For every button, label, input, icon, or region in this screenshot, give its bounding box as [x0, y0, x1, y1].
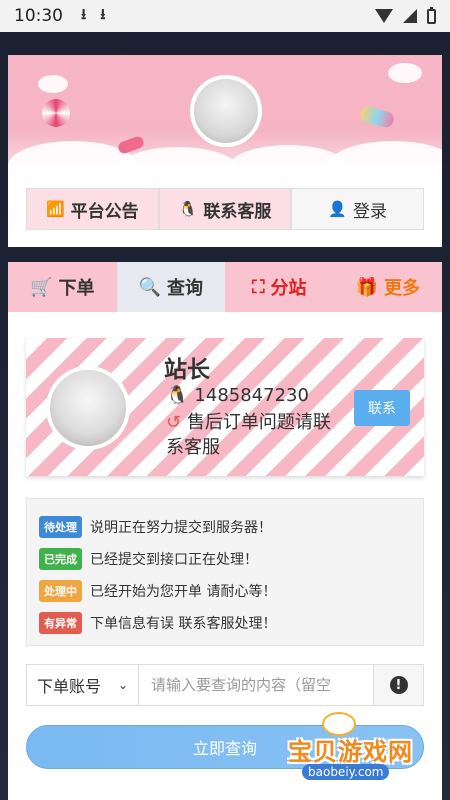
watermark-site: baobeiy.com	[302, 764, 390, 780]
status-text: 已经开始为您开单 请耐心等！	[90, 584, 277, 600]
status-badge: 处理中	[39, 580, 82, 602]
contact-button[interactable]: 联系	[354, 390, 410, 426]
customer-service-button[interactable]: 🐧 联系客服	[158, 188, 292, 230]
qq-icon: 🐧	[166, 385, 189, 406]
status-badge: 有异常	[39, 612, 82, 634]
status-bar: 10:30 ⭳ ⭳	[0, 0, 450, 32]
admin-avatar	[46, 366, 130, 450]
info-button[interactable]: !	[373, 665, 423, 705]
tab-query[interactable]: 🔍 查询	[116, 262, 225, 312]
lollipop-icon	[42, 99, 70, 127]
announcement-button[interactable]: 📶 平台公告	[26, 188, 159, 230]
status-legend: 待处理 说明正在努力提交到服务器！ 已完成 已经提交到接口正在处理！ 处理中 已…	[26, 498, 424, 646]
signal-icon	[403, 9, 417, 23]
wifi-icon	[375, 9, 393, 23]
qq-icon: 🐧	[178, 200, 198, 218]
login-button[interactable]: 👤 登录	[291, 188, 425, 230]
admin-note-text: 售后订单问题请联系客服	[166, 412, 331, 458]
search-input[interactable]	[139, 665, 373, 705]
status-row: 处理中 已经开始为您开单 请耐心等！	[39, 575, 411, 607]
site-avatar	[190, 75, 262, 147]
status-text: 说明正在努力提交到服务器！	[90, 520, 272, 536]
customer-service-label: 联系客服	[203, 201, 272, 222]
search-type-select[interactable]: 下单账号 ⌄	[27, 665, 139, 705]
tab-order[interactable]: 🛒 下单	[8, 262, 117, 312]
cloud-icon	[388, 63, 422, 83]
download-icon: ⭳	[81, 4, 87, 23]
admin-card: 站长 🐧 1485847230 ↺ 售后订单问题请联系客服 联系	[26, 338, 424, 476]
banner	[8, 55, 442, 165]
admin-qq: 🐧 1485847230	[166, 385, 309, 406]
status-text: 已经提交到接口正在处理！	[90, 552, 258, 568]
download-icon: ⭳	[100, 4, 106, 23]
status-badge: 待处理	[39, 516, 82, 538]
cart-icon: 🛒	[30, 276, 53, 298]
tab-label: 查询	[166, 278, 203, 299]
tab-substation[interactable]: ⛶ 分站	[225, 262, 334, 312]
search-icon: 🔍	[138, 276, 161, 298]
announcement-label: 平台公告	[70, 201, 139, 222]
exclamation-icon: !	[389, 676, 408, 694]
tab-label: 分站	[270, 278, 307, 299]
admin-name: 站长	[164, 357, 210, 383]
search-row: 下单账号 ⌄ !	[26, 664, 424, 706]
tab-bar: 🛒 下单 🔍 查询 ⛶ 分站 🎁 更多	[8, 262, 442, 312]
watermark-title: 宝贝游戏网	[288, 738, 413, 766]
status-row: 有异常 下单信息有误 联系客服处理！	[39, 607, 411, 639]
clock: 10:30	[14, 6, 63, 26]
header-card: 📶 平台公告 🐧 联系客服 👤 登录	[8, 55, 442, 247]
login-label: 登录	[353, 201, 388, 222]
user-icon: 👤	[328, 200, 348, 218]
cloud-icon	[328, 141, 442, 165]
sitemap-icon: ⛶	[251, 276, 265, 298]
cloud-icon	[118, 147, 238, 165]
tab-label: 下单	[58, 278, 95, 299]
status-row: 待处理 说明正在努力提交到服务器！	[39, 511, 411, 543]
wifi-icon: 📶	[45, 200, 65, 218]
status-badge: 已完成	[39, 548, 82, 570]
status-row: 已完成 已经提交到接口正在处理！	[39, 543, 411, 575]
tab-more[interactable]: 🎁 更多	[333, 262, 442, 312]
chevron-down-icon: ⌄	[117, 678, 128, 692]
admin-qq-number: 1485847230	[194, 385, 309, 406]
candy-icon	[358, 104, 396, 130]
battery-icon	[427, 6, 436, 24]
admin-note: ↺ 售后订单问题请联系客服	[166, 410, 336, 460]
gift-icon: 🎁	[355, 276, 378, 298]
watermark: 宝贝游戏网 baobeiy.com	[276, 708, 446, 790]
top-nav: 📶 平台公告 🐧 联系客服 👤 登录	[26, 188, 425, 230]
status-text: 下单信息有误 联系客服处理！	[90, 616, 277, 632]
cloud-icon	[38, 75, 68, 93]
tab-label: 更多	[383, 278, 420, 299]
history-icon: ↺	[166, 412, 182, 433]
search-type-value: 下单账号	[37, 677, 102, 696]
